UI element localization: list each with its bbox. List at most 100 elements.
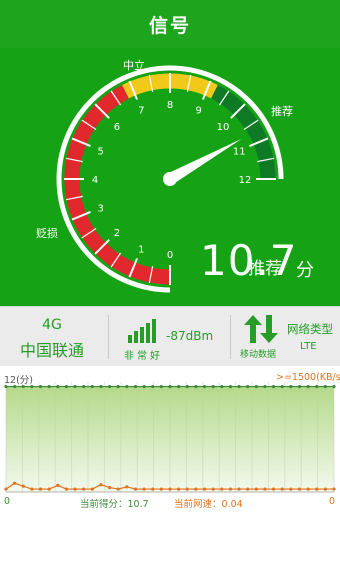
score-point bbox=[228, 384, 233, 389]
score-point bbox=[125, 384, 129, 389]
chart-left-axis-label: 12(分) bbox=[4, 375, 34, 386]
page-title: 信号 bbox=[148, 14, 191, 37]
score-point bbox=[237, 384, 241, 389]
speed-point bbox=[56, 483, 60, 487]
speed-point bbox=[30, 487, 34, 491]
current-speed: 当前网速：0.04 bbox=[174, 499, 243, 510]
signal-quality: 非常好 bbox=[124, 351, 163, 362]
gauge-tick-label: 2 bbox=[114, 228, 120, 239]
gauge-tick-label: 5 bbox=[98, 146, 104, 157]
speed-point bbox=[47, 487, 51, 491]
speed-point bbox=[99, 483, 103, 487]
speed-point bbox=[254, 487, 258, 491]
gauge-tick-label: 12 bbox=[239, 175, 252, 186]
network-type-value: LTE bbox=[300, 341, 317, 352]
gauge-panel: 0 1 2 3 4 5 6 7 8 9 10 11 12 中立 推荐 贬损 10.7 分 bbox=[0, 48, 340, 306]
speed-point bbox=[280, 487, 284, 491]
speed-point bbox=[21, 484, 25, 488]
score-point bbox=[211, 384, 215, 389]
speed-point bbox=[306, 487, 310, 491]
speed-point bbox=[228, 487, 233, 491]
speed-point bbox=[237, 487, 241, 491]
speed-point bbox=[116, 487, 120, 491]
speed-point bbox=[73, 487, 77, 491]
speed-point bbox=[323, 487, 327, 491]
zone-label-recommend: 推荐 bbox=[271, 104, 293, 118]
score-point bbox=[315, 384, 319, 389]
current-score: 当前得分：10.7 bbox=[80, 499, 149, 510]
speed-point bbox=[297, 487, 302, 491]
gauge-tick-label: 6 bbox=[114, 122, 120, 133]
score-unit: 分 bbox=[296, 260, 314, 281]
score-point bbox=[271, 384, 276, 389]
score-point bbox=[142, 384, 146, 389]
gauge-tick-label: 10 bbox=[217, 122, 230, 133]
score-point bbox=[289, 384, 293, 389]
speed-point bbox=[202, 487, 207, 491]
score-point bbox=[73, 384, 77, 389]
gauge-tick-label: 7 bbox=[138, 106, 144, 117]
score-point bbox=[99, 384, 103, 389]
score-point bbox=[133, 384, 138, 389]
score-point bbox=[82, 384, 86, 389]
gauge-needle bbox=[167, 138, 242, 185]
speed-point bbox=[194, 487, 198, 491]
stats-bar: 4G 中国联通 -87dBm 非常好 移动数据 网络类型 LTE bbox=[0, 306, 340, 368]
header-bar: 信号 bbox=[0, 0, 340, 48]
score-point bbox=[151, 384, 155, 389]
gauge-tick-label: 9 bbox=[196, 106, 202, 117]
score-point bbox=[323, 384, 327, 389]
score-point bbox=[168, 384, 172, 389]
score-point bbox=[116, 384, 120, 389]
carrier-name: 中国联通 bbox=[19, 341, 84, 360]
score-level: 推荐 bbox=[248, 259, 282, 279]
history-chart: 12(分) >=1500(KB/s) 0 0 当前得分：10.7 当前网速：0.… bbox=[0, 366, 340, 566]
speed-point bbox=[159, 487, 163, 491]
score-point bbox=[220, 384, 224, 389]
score-area bbox=[6, 386, 334, 492]
speed-point bbox=[38, 487, 43, 491]
speed-point bbox=[185, 487, 189, 491]
score-point bbox=[254, 384, 258, 389]
score-point bbox=[263, 384, 267, 389]
network-generation: 4G bbox=[42, 317, 62, 333]
chart-right-zero: 0 bbox=[329, 496, 336, 507]
speed-point bbox=[107, 486, 112, 490]
score-point bbox=[297, 384, 302, 389]
speed-point bbox=[315, 487, 319, 491]
score-point bbox=[159, 384, 163, 389]
divider bbox=[108, 315, 109, 359]
score-point bbox=[56, 384, 60, 389]
score-point bbox=[177, 384, 181, 389]
speed-point bbox=[271, 487, 276, 491]
speed-point bbox=[64, 487, 69, 491]
carrier-section: 4G 中国联通 bbox=[0, 307, 104, 367]
speed-point bbox=[289, 487, 293, 491]
chart-right-axis-label: >=1500(KB/s) bbox=[276, 372, 340, 383]
speed-point bbox=[220, 487, 224, 491]
gauge-band-green bbox=[210, 85, 276, 180]
score-point bbox=[47, 384, 51, 389]
speed-point bbox=[151, 487, 155, 491]
divider bbox=[230, 315, 231, 359]
speed-point bbox=[90, 487, 94, 491]
score-point bbox=[107, 384, 112, 389]
gauge-tick-label: 11 bbox=[233, 146, 246, 157]
data-transfer-icon bbox=[244, 315, 278, 343]
speed-point bbox=[82, 487, 86, 491]
gauge-tick-label: 3 bbox=[98, 204, 104, 215]
gauge-tick-label: 4 bbox=[92, 175, 98, 186]
gauge-tick-label: 8 bbox=[167, 100, 173, 111]
speed-point bbox=[332, 487, 336, 491]
speed-point bbox=[246, 487, 250, 491]
score-point bbox=[90, 384, 94, 389]
history-chart-svg bbox=[4, 382, 336, 493]
score-point bbox=[64, 384, 69, 389]
speed-point bbox=[125, 485, 129, 489]
score-point bbox=[202, 384, 207, 389]
speed-point bbox=[211, 487, 215, 491]
score-point bbox=[185, 384, 189, 389]
signal-strength: -87dBm bbox=[166, 329, 214, 343]
speed-point bbox=[13, 481, 17, 485]
score-point bbox=[246, 384, 250, 389]
